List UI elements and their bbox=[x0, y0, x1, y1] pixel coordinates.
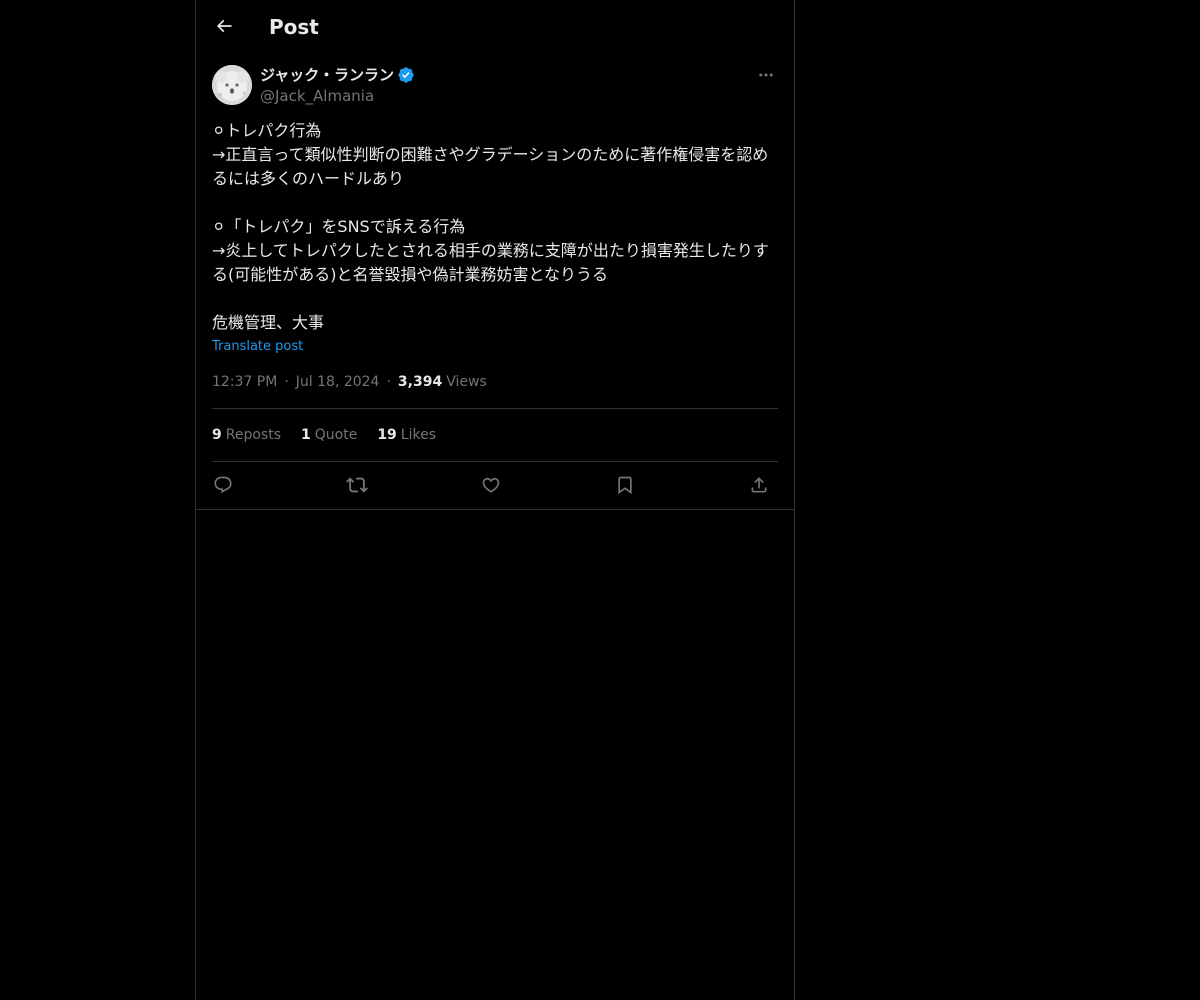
reposts-count: 9 bbox=[212, 427, 222, 443]
avatar[interactable] bbox=[212, 65, 252, 105]
likes-label: Likes bbox=[400, 427, 437, 443]
meta-separator: · bbox=[386, 374, 391, 390]
reposts-label: Reposts bbox=[225, 427, 281, 443]
post-date[interactable]: Jul 18, 2024 bbox=[296, 372, 380, 392]
display-name-wrap: ジャック・ランラン bbox=[260, 64, 415, 86]
quotes-count: 1 bbox=[301, 427, 311, 443]
post-text: ⚪︎トレパク行為 →正直言って類似性判断の困難さやグラデーションのために著作権侵… bbox=[212, 121, 769, 332]
share-icon bbox=[749, 475, 769, 495]
more-options-button[interactable] bbox=[754, 64, 778, 86]
action-bar bbox=[212, 472, 778, 498]
views-label: Views bbox=[446, 374, 487, 390]
translate-post-link[interactable]: Translate post bbox=[212, 338, 303, 356]
verified-badge-icon[interactable] bbox=[397, 66, 415, 84]
arrow-left-icon bbox=[214, 16, 234, 36]
quotes-label: Quote bbox=[314, 427, 358, 443]
display-name[interactable]: ジャック・ランラン bbox=[260, 65, 394, 85]
reply-button[interactable] bbox=[210, 472, 236, 498]
reply-icon bbox=[213, 475, 233, 495]
share-button[interactable] bbox=[746, 472, 772, 498]
bookmark-button[interactable] bbox=[612, 472, 638, 498]
author-row: ジャック・ランラン @Jack_Almania bbox=[212, 64, 778, 106]
post-bottom-border bbox=[196, 509, 794, 510]
views-count: 3,394 bbox=[397, 374, 443, 390]
repost-button[interactable] bbox=[344, 472, 370, 498]
post-meta: 12:37 PM · Jul 18, 2024 · 3,394 Views bbox=[212, 372, 487, 392]
more-dots-icon bbox=[757, 66, 775, 84]
meta-separator: · bbox=[284, 374, 289, 390]
divider bbox=[212, 408, 778, 409]
divider bbox=[212, 461, 778, 462]
quotes-stat[interactable]: 1 Quote bbox=[301, 425, 357, 445]
engagement-stats: 9 Reposts 1 Quote 19 Likes bbox=[212, 425, 436, 445]
back-button[interactable] bbox=[208, 10, 240, 42]
user-handle[interactable]: @Jack_Almania bbox=[260, 86, 374, 106]
heart-icon bbox=[481, 475, 501, 495]
likes-stat[interactable]: 19 Likes bbox=[377, 425, 436, 445]
post-column: Post ジャック・ランラン @Jack_Almania ⚪︎トレパク行為 →正… bbox=[195, 0, 795, 1000]
post-time[interactable]: 12:37 PM bbox=[212, 372, 277, 392]
likes-count: 19 bbox=[377, 427, 397, 443]
post-header: Post bbox=[196, 0, 794, 53]
bookmark-icon bbox=[615, 475, 635, 495]
page-title: Post bbox=[269, 15, 319, 39]
repost-icon bbox=[346, 474, 368, 496]
reposts-stat[interactable]: 9 Reposts bbox=[212, 425, 281, 445]
like-button[interactable] bbox=[478, 472, 504, 498]
